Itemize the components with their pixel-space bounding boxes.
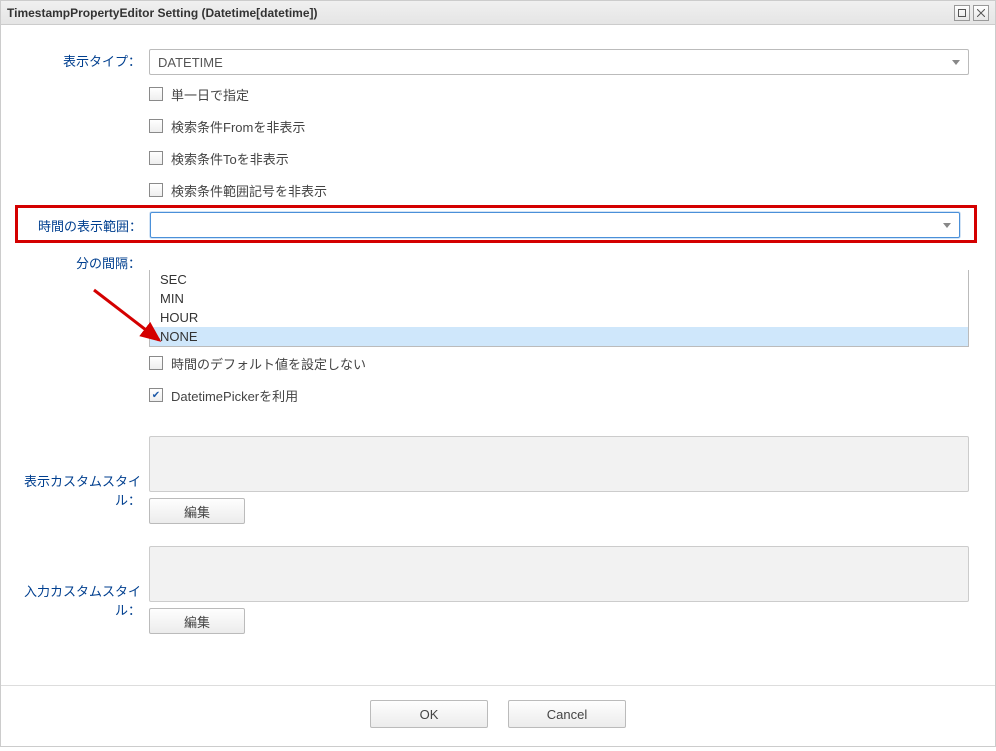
maximize-button[interactable]	[954, 5, 970, 21]
field-display-type: DATETIME	[149, 45, 977, 75]
row-minute-interval: 分の間隔：	[19, 247, 977, 272]
dialog-body: 表示タイプ： DATETIME 単一日で指定 検索条件Fromを非表示	[1, 25, 995, 685]
checkbox-label: 検索条件Fromを非表示	[171, 117, 305, 136]
chevron-down-icon	[943, 223, 951, 228]
input-custom-style-textarea[interactable]	[149, 546, 969, 602]
checkbox-hide-from[interactable]: 検索条件Fromを非表示	[149, 109, 977, 139]
label-time-range: 時間の表示範囲：	[20, 210, 150, 235]
checkbox-no-time-default[interactable]: 時間のデフォルト値を設定しない	[149, 346, 977, 376]
dropdown-option-none[interactable]: NONE	[150, 327, 968, 346]
label-minute-interval: 分の間隔：	[19, 247, 149, 272]
cancel-button-label: Cancel	[547, 707, 587, 722]
checkbox-icon	[149, 388, 163, 402]
display-type-select[interactable]: DATETIME	[149, 49, 969, 75]
checkbox-icon	[149, 356, 163, 370]
row-display-type: 表示タイプ： DATETIME	[19, 45, 977, 75]
dropdown-option-min[interactable]: MIN	[150, 289, 968, 308]
checkbox-hide-range-sign[interactable]: 検索条件範囲記号を非表示	[149, 173, 977, 203]
checkbox-label: DatetimePickerを利用	[171, 386, 298, 405]
checkbox-icon	[149, 119, 163, 133]
cancel-button[interactable]: Cancel	[508, 700, 626, 728]
row-cb-hide-from: 検索条件Fromを非表示	[19, 109, 977, 139]
row-cb-single-day: 単一日で指定	[19, 77, 977, 107]
checkbox-label: 検索条件範囲記号を非表示	[171, 181, 327, 200]
dialog-footer: OK Cancel	[1, 685, 995, 746]
close-icon	[977, 9, 985, 17]
time-range-select[interactable]	[150, 212, 960, 238]
checkbox-use-datetime-picker[interactable]: DatetimePickerを利用	[149, 378, 977, 408]
row-time-range: 時間の表示範囲：	[20, 210, 968, 238]
ok-button-label: OK	[420, 707, 439, 722]
row-cb-hide-to: 検索条件Toを非表示	[19, 141, 977, 171]
row-display-custom-style: 表示カスタムスタイル： 編集	[19, 432, 977, 524]
edit-display-style-button[interactable]: 編集	[149, 498, 245, 524]
checkbox-icon	[149, 183, 163, 197]
edit-button-label: 編集	[184, 612, 210, 631]
titlebar-buttons	[954, 5, 989, 21]
ok-button[interactable]: OK	[370, 700, 488, 728]
label-display-custom-style: 表示カスタムスタイル：	[19, 447, 149, 509]
label-input-custom-style: 入力カスタムスタイル：	[19, 557, 149, 619]
checkbox-label: 検索条件Toを非表示	[171, 149, 289, 168]
label-display-type: 表示タイプ：	[19, 45, 149, 70]
field-display-custom-style: 編集	[149, 432, 977, 524]
titlebar: TimestampPropertyEditor Setting (Datetim…	[1, 1, 995, 25]
row-input-custom-style: 入力カスタムスタイル： 編集	[19, 542, 977, 634]
close-button[interactable]	[973, 5, 989, 21]
field-time-range	[150, 210, 968, 238]
highlight-time-range: 時間の表示範囲：	[15, 205, 977, 243]
dropdown-option-sec[interactable]: SEC	[150, 270, 968, 289]
checkbox-hide-to[interactable]: 検索条件Toを非表示	[149, 141, 977, 171]
window-title: TimestampPropertyEditor Setting (Datetim…	[7, 6, 318, 20]
checkbox-single-day[interactable]: 単一日で指定	[149, 77, 977, 107]
display-custom-style-textarea[interactable]	[149, 436, 969, 492]
maximize-icon	[958, 9, 966, 17]
dropdown-option-hour[interactable]: HOUR	[150, 308, 968, 327]
row-cb-hide-range-sign: 検索条件範囲記号を非表示	[19, 173, 977, 203]
checkbox-icon	[149, 87, 163, 101]
row-cb-no-time-default: 時間のデフォルト値を設定しない	[19, 346, 977, 376]
checkbox-icon	[149, 151, 163, 165]
checkbox-label: 単一日で指定	[171, 85, 249, 104]
display-type-value: DATETIME	[158, 55, 223, 70]
chevron-down-icon	[952, 60, 960, 65]
row-cb-use-datetime-picker: DatetimePickerを利用	[19, 378, 977, 408]
edit-button-label: 編集	[184, 502, 210, 521]
edit-input-style-button[interactable]: 編集	[149, 608, 245, 634]
field-input-custom-style: 編集	[149, 542, 977, 634]
time-range-dropdown: SEC MIN HOUR NONE	[149, 270, 969, 347]
checkbox-label: 時間のデフォルト値を設定しない	[171, 354, 366, 373]
dialog-window: TimestampPropertyEditor Setting (Datetim…	[0, 0, 996, 747]
